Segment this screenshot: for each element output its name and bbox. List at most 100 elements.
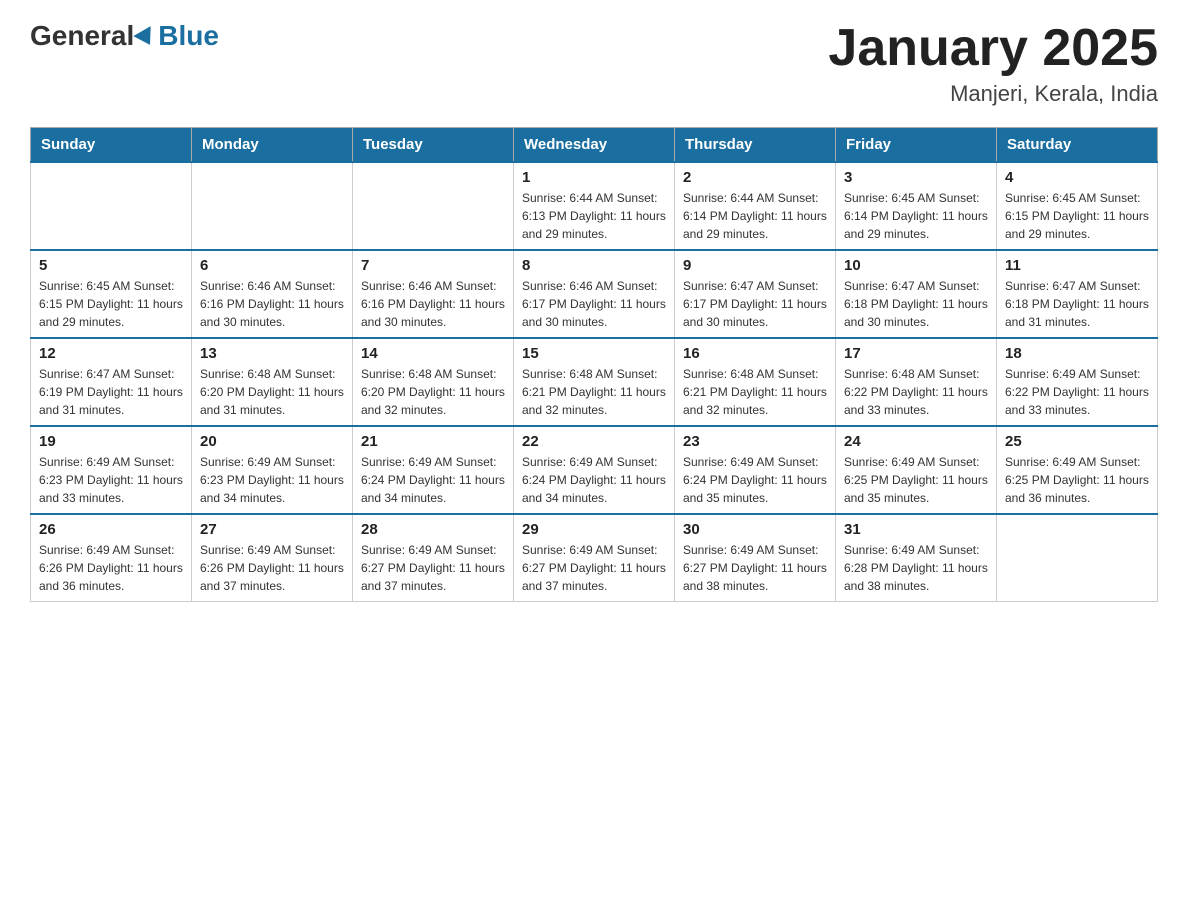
week-row-3: 12 Sunrise: 6:47 AM Sunset: 6:19 PM Dayli… <box>31 338 1158 426</box>
logo: General Blue <box>30 20 219 52</box>
calendar-cell-w3-d4: 16 Sunrise: 6:48 AM Sunset: 6:21 PM Dayli… <box>675 338 836 426</box>
calendar-cell-w4-d6: 25 Sunrise: 6:49 AM Sunset: 6:25 PM Dayli… <box>997 426 1158 514</box>
week-row-2: 5Sunrise: 6:45 AM Sunset: 6:15 PM Daylig… <box>31 250 1158 338</box>
day-info: Sunrise: 6:48 AM Sunset: 6:22 PM Dayligh… <box>844 365 988 419</box>
day-number: 19 <box>39 433 183 450</box>
calendar-cell-w4-d2: 21 Sunrise: 6:49 AM Sunset: 6:24 PM Dayli… <box>353 426 514 514</box>
calendar-cell-w3-d5: 17 Sunrise: 6:48 AM Sunset: 6:22 PM Dayli… <box>836 338 997 426</box>
day-number: 7 <box>361 257 505 274</box>
calendar-cell-w5-d5: 31Sunrise: 6:49 AM Sunset: 6:28 PM Dayli… <box>836 514 997 602</box>
logo-general-text: General <box>30 20 134 52</box>
page-header: General Blue January 2025 Manjeri, Keral… <box>30 20 1158 107</box>
location-text: Manjeri, Kerala, India <box>828 81 1158 107</box>
day-info: Sunrise: 6:48 AM Sunset: 6:20 PM Dayligh… <box>200 365 344 419</box>
day-number: 27 <box>200 521 344 538</box>
col-wednesday: Wednesday <box>514 128 675 163</box>
day-number: 20 <box>200 433 344 450</box>
calendar-cell-w2-d2: 7 Sunrise: 6:46 AM Sunset: 6:16 PM Daylig… <box>353 250 514 338</box>
day-info: Sunrise: 6:49 AM Sunset: 6:27 PM Dayligh… <box>522 541 666 595</box>
calendar-cell-w5-d1: 27 Sunrise: 6:49 AM Sunset: 6:26 PM Dayli… <box>192 514 353 602</box>
col-saturday: Saturday <box>997 128 1158 163</box>
day-info: Sunrise: 6:48 AM Sunset: 6:20 PM Dayligh… <box>361 365 505 419</box>
calendar-header-row: Sunday Monday Tuesday Wednesday Thursday… <box>31 128 1158 163</box>
calendar-cell-w2-d0: 5Sunrise: 6:45 AM Sunset: 6:15 PM Daylig… <box>31 250 192 338</box>
day-info: Sunrise: 6:49 AM Sunset: 6:24 PM Dayligh… <box>522 453 666 507</box>
col-friday: Friday <box>836 128 997 163</box>
calendar-cell-w1-d3: 1 Sunrise: 6:44 AM Sunset: 6:13 PM Daylig… <box>514 162 675 250</box>
day-number: 10 <box>844 257 988 274</box>
day-number: 22 <box>522 433 666 450</box>
col-thursday: Thursday <box>675 128 836 163</box>
day-number: 21 <box>361 433 505 450</box>
calendar-cell-w5-d2: 28 Sunrise: 6:49 AM Sunset: 6:27 PM Dayli… <box>353 514 514 602</box>
calendar-cell-w3-d2: 14 Sunrise: 6:48 AM Sunset: 6:20 PM Dayli… <box>353 338 514 426</box>
day-info: Sunrise: 6:48 AM Sunset: 6:21 PM Dayligh… <box>683 365 827 419</box>
day-number: 12 <box>39 345 183 362</box>
day-number: 25 <box>1005 433 1149 450</box>
day-info: Sunrise: 6:45 AM Sunset: 6:15 PM Dayligh… <box>1005 189 1149 243</box>
calendar-cell-w5-d6 <box>997 514 1158 602</box>
day-number: 31 <box>844 521 988 538</box>
week-row-1: 1 Sunrise: 6:44 AM Sunset: 6:13 PM Daylig… <box>31 162 1158 250</box>
calendar-cell-w3-d0: 12 Sunrise: 6:47 AM Sunset: 6:19 PM Dayli… <box>31 338 192 426</box>
day-info: Sunrise: 6:49 AM Sunset: 6:26 PM Dayligh… <box>200 541 344 595</box>
day-info: Sunrise: 6:45 AM Sunset: 6:14 PM Dayligh… <box>844 189 988 243</box>
day-info: Sunrise: 6:44 AM Sunset: 6:13 PM Dayligh… <box>522 189 666 243</box>
week-row-5: 26 Sunrise: 6:49 AM Sunset: 6:26 PM Dayli… <box>31 514 1158 602</box>
day-info: Sunrise: 6:47 AM Sunset: 6:18 PM Dayligh… <box>844 277 988 331</box>
day-number: 8 <box>522 257 666 274</box>
day-number: 9 <box>683 257 827 274</box>
day-info: Sunrise: 6:49 AM Sunset: 6:27 PM Dayligh… <box>361 541 505 595</box>
day-info: Sunrise: 6:47 AM Sunset: 6:18 PM Dayligh… <box>1005 277 1149 331</box>
calendar-cell-w5-d0: 26Sunrise: 6:49 AM Sunset: 6:26 PM Dayli… <box>31 514 192 602</box>
day-number: 14 <box>361 345 505 362</box>
day-number: 26 <box>39 521 183 538</box>
day-number: 17 <box>844 345 988 362</box>
calendar-cell-w3-d3: 15Sunrise: 6:48 AM Sunset: 6:21 PM Dayli… <box>514 338 675 426</box>
day-number: 28 <box>361 521 505 538</box>
week-row-4: 19 Sunrise: 6:49 AM Sunset: 6:23 PM Dayli… <box>31 426 1158 514</box>
day-info: Sunrise: 6:49 AM Sunset: 6:22 PM Dayligh… <box>1005 365 1149 419</box>
day-info: Sunrise: 6:44 AM Sunset: 6:14 PM Dayligh… <box>683 189 827 243</box>
day-number: 4 <box>1005 169 1149 186</box>
day-number: 29 <box>522 521 666 538</box>
calendar-cell-w2-d1: 6 Sunrise: 6:46 AM Sunset: 6:16 PM Daylig… <box>192 250 353 338</box>
calendar-cell-w1-d4: 2 Sunrise: 6:44 AM Sunset: 6:14 PM Daylig… <box>675 162 836 250</box>
day-info: Sunrise: 6:46 AM Sunset: 6:16 PM Dayligh… <box>200 277 344 331</box>
day-info: Sunrise: 6:46 AM Sunset: 6:16 PM Dayligh… <box>361 277 505 331</box>
day-number: 24 <box>844 433 988 450</box>
calendar-cell-w4-d0: 19 Sunrise: 6:49 AM Sunset: 6:23 PM Dayli… <box>31 426 192 514</box>
day-number: 1 <box>522 169 666 186</box>
day-info: Sunrise: 6:49 AM Sunset: 6:23 PM Dayligh… <box>39 453 183 507</box>
calendar-cell-w1-d0 <box>31 162 192 250</box>
calendar-cell-w4-d3: 22 Sunrise: 6:49 AM Sunset: 6:24 PM Dayli… <box>514 426 675 514</box>
calendar-cell-w3-d1: 13Sunrise: 6:48 AM Sunset: 6:20 PM Dayli… <box>192 338 353 426</box>
day-number: 15 <box>522 345 666 362</box>
calendar-cell-w2-d6: 11 Sunrise: 6:47 AM Sunset: 6:18 PM Dayli… <box>997 250 1158 338</box>
calendar-cell-w5-d3: 29 Sunrise: 6:49 AM Sunset: 6:27 PM Dayli… <box>514 514 675 602</box>
day-number: 11 <box>1005 257 1149 274</box>
day-number: 18 <box>1005 345 1149 362</box>
day-info: Sunrise: 6:49 AM Sunset: 6:23 PM Dayligh… <box>200 453 344 507</box>
day-number: 23 <box>683 433 827 450</box>
day-info: Sunrise: 6:46 AM Sunset: 6:17 PM Dayligh… <box>522 277 666 331</box>
calendar-cell-w1-d2 <box>353 162 514 250</box>
day-number: 2 <box>683 169 827 186</box>
calendar-cell-w1-d6: 4 Sunrise: 6:45 AM Sunset: 6:15 PM Daylig… <box>997 162 1158 250</box>
day-info: Sunrise: 6:47 AM Sunset: 6:19 PM Dayligh… <box>39 365 183 419</box>
title-area: January 2025 Manjeri, Kerala, India <box>828 20 1158 107</box>
month-title: January 2025 <box>828 20 1158 77</box>
day-info: Sunrise: 6:47 AM Sunset: 6:17 PM Dayligh… <box>683 277 827 331</box>
calendar-cell-w4-d4: 23Sunrise: 6:49 AM Sunset: 6:24 PM Dayli… <box>675 426 836 514</box>
calendar-cell-w5-d4: 30 Sunrise: 6:49 AM Sunset: 6:27 PM Dayli… <box>675 514 836 602</box>
day-number: 5 <box>39 257 183 274</box>
day-info: Sunrise: 6:49 AM Sunset: 6:27 PM Dayligh… <box>683 541 827 595</box>
calendar-cell-w1-d1 <box>192 162 353 250</box>
calendar-cell-w2-d4: 9 Sunrise: 6:47 AM Sunset: 6:17 PM Daylig… <box>675 250 836 338</box>
day-info: Sunrise: 6:49 AM Sunset: 6:25 PM Dayligh… <box>1005 453 1149 507</box>
day-number: 30 <box>683 521 827 538</box>
day-info: Sunrise: 6:49 AM Sunset: 6:24 PM Dayligh… <box>361 453 505 507</box>
day-number: 6 <box>200 257 344 274</box>
day-number: 3 <box>844 169 988 186</box>
day-number: 16 <box>683 345 827 362</box>
